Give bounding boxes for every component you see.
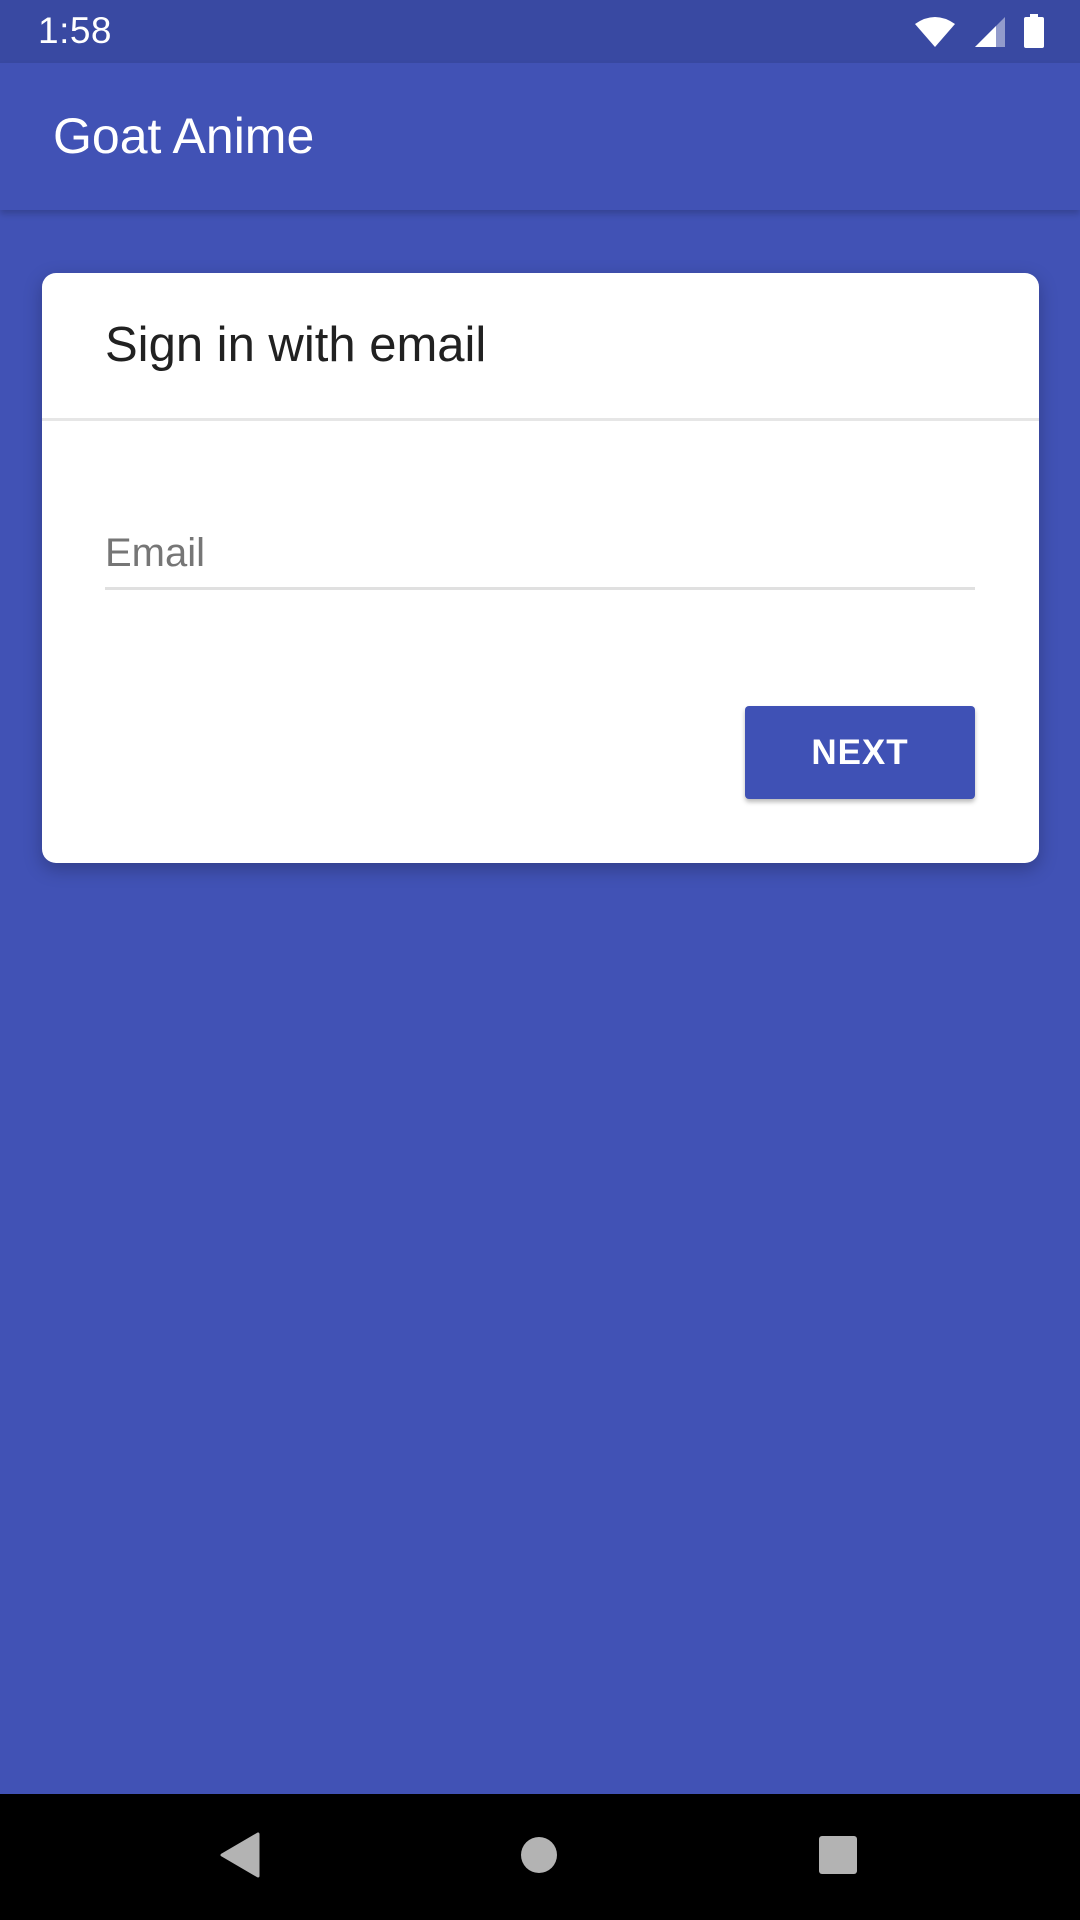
app-bar: Goat Anime (0, 63, 1080, 210)
navigation-bar (0, 1794, 1080, 1920)
wifi-icon (914, 16, 956, 48)
back-button[interactable] (175, 1794, 305, 1920)
home-button[interactable] (474, 1794, 604, 1920)
email-input[interactable] (105, 523, 975, 583)
status-bar: 1:58 (0, 0, 1080, 63)
card-title: Sign in with email (105, 318, 487, 372)
next-button[interactable]: NEXT (745, 706, 975, 799)
email-underline (105, 587, 975, 590)
card-divider (42, 418, 1039, 421)
sign-in-card: Sign in with email NEXT (42, 273, 1039, 863)
recents-button[interactable] (773, 1794, 903, 1920)
recents-icon (818, 1835, 858, 1880)
status-time: 1:58 (38, 10, 113, 51)
battery-icon (1024, 14, 1044, 48)
cell-signal-icon (974, 16, 1006, 48)
email-field[interactable] (105, 523, 975, 583)
app-title: Goat Anime (53, 108, 315, 164)
back-icon (220, 1832, 260, 1883)
status-icons (914, 14, 1044, 48)
home-icon (520, 1836, 558, 1879)
